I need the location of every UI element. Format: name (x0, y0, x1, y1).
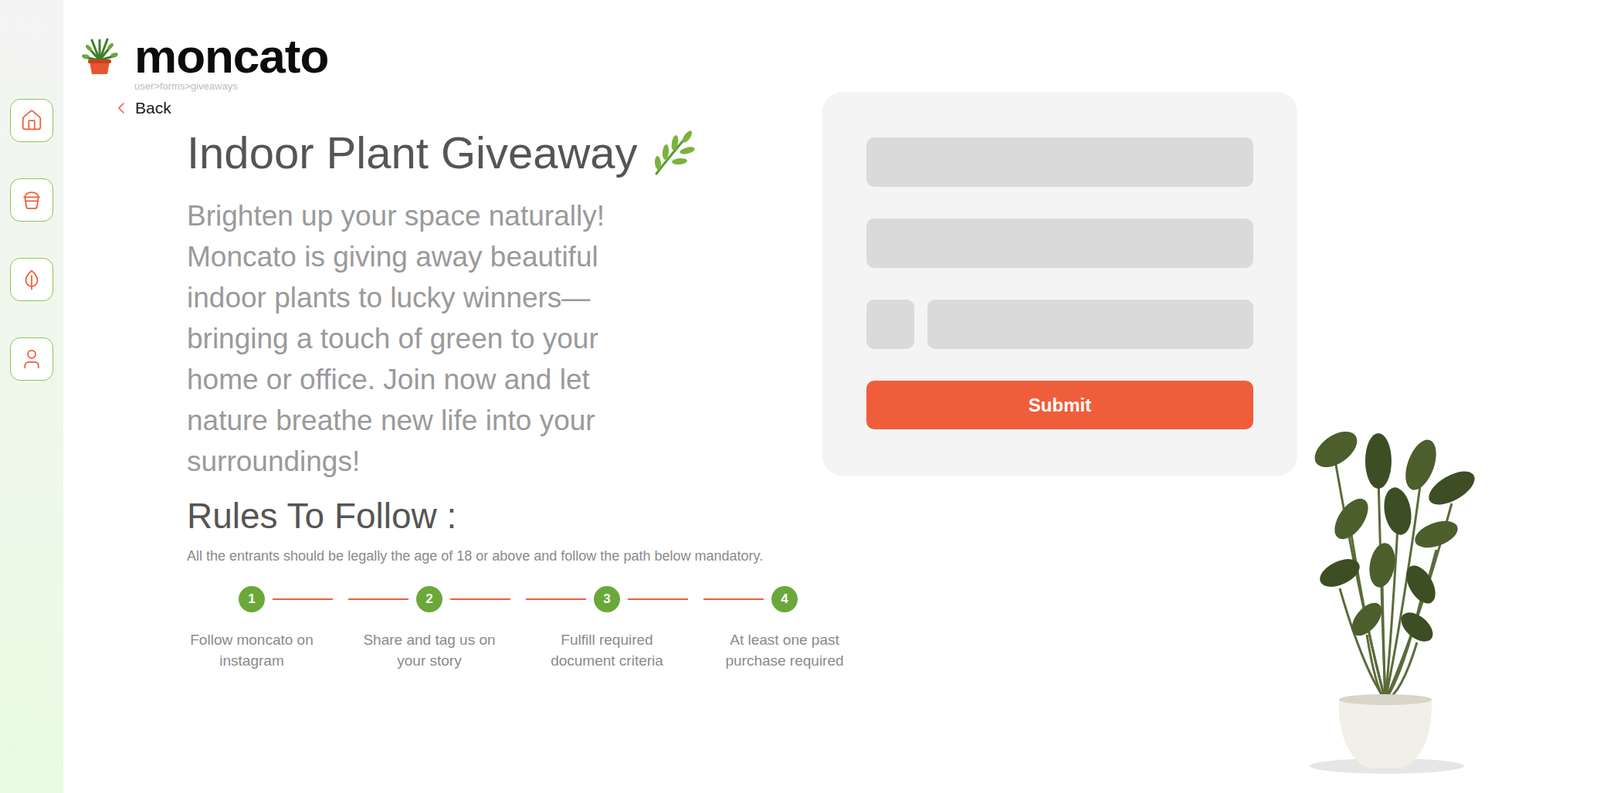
text-field[interactable] (866, 218, 1254, 268)
step-number: 1 (238, 586, 265, 613)
giveaway-info: Indoor Plant Giveaway Brighten up your sp… (186, 118, 823, 482)
sidebar (0, 0, 64, 793)
step-number: 4 (771, 586, 798, 613)
rules-title: Rules To Follow : (186, 494, 1298, 538)
sidebar-item[interactable] (10, 337, 54, 381)
step-connector (272, 598, 333, 600)
logo: moncato (79, 35, 823, 77)
field-row (866, 137, 1254, 187)
country-code-field[interactable] (866, 299, 915, 350)
step-connector (525, 598, 587, 600)
sidebar-item[interactable] (10, 98, 54, 143)
step-number: 2 (416, 586, 443, 613)
step: 4 At least one past purchase required (695, 586, 874, 672)
page-title: Indoor Plant Giveaway (186, 127, 638, 179)
sidebar-item[interactable] (10, 257, 54, 302)
page: moncatouser>forms>giveawaysBackIndoor Pl… (0, 0, 1600, 793)
step-label: At least one past purchase required (715, 629, 855, 672)
step-label: Share and tag us on your story (359, 629, 499, 672)
step-number: 3 (593, 586, 621, 613)
step-track: 2 (340, 586, 519, 613)
plant-area (1297, 0, 1485, 793)
rules: Rules To Follow : All the entrants should… (79, 481, 1298, 672)
rules-note: All the entrants should be legally the a… (186, 546, 1298, 566)
content-grid: moncatouser>forms>giveawaysBackIndoor Pl… (79, 0, 1298, 793)
step: 2 Share and tag us on your story (340, 586, 519, 672)
step: 3 Fulfill required document criteria (518, 586, 696, 672)
sidebar-item[interactable] (10, 178, 54, 222)
step: 1 Follow moncato on instagram (162, 586, 341, 672)
steps: 1 Follow moncato on instagram 2 Share and t… (162, 586, 1298, 672)
potted-plant-logo-icon (79, 35, 121, 77)
step-connector (805, 598, 866, 600)
submit-button[interactable]: Submit (866, 380, 1254, 430)
leaf-icon (20, 267, 44, 292)
phone-field[interactable] (927, 299, 1254, 350)
step-connector (348, 598, 409, 600)
leaf-sprig-icon (650, 128, 695, 177)
chevron-left-icon (111, 98, 131, 118)
intro: moncatouser>forms>giveawaysBackIndoor Pl… (79, 35, 823, 482)
pot-icon (20, 188, 44, 212)
back-button[interactable]: Back (111, 98, 172, 119)
title-row: Indoor Plant Giveaway (186, 127, 823, 179)
step-track: 3 (518, 586, 696, 613)
step-label: Fulfill required document criteria (537, 629, 677, 672)
main: moncatouser>forms>giveawaysBackIndoor Pl… (63, 0, 1600, 793)
step-connector (627, 598, 689, 600)
step-track: 1 (162, 586, 341, 613)
user-icon (20, 347, 44, 371)
entry-form: Submit (822, 91, 1298, 476)
field-row (866, 218, 1254, 268)
breadcrumb: user>forms>giveaways (134, 79, 823, 94)
text-field[interactable] (866, 137, 1254, 187)
description: Brighten up your space naturally! Moncat… (186, 195, 674, 482)
step-connector (703, 598, 764, 600)
step-label: Follow moncato on instagram (182, 629, 322, 672)
step-track: 4 (695, 586, 874, 613)
home-icon (20, 108, 44, 133)
step-connector (450, 598, 511, 600)
brand-name: moncato (134, 32, 329, 81)
phone-row (866, 299, 1254, 350)
step-connector (170, 598, 231, 600)
plant-picture (1305, 403, 1485, 777)
